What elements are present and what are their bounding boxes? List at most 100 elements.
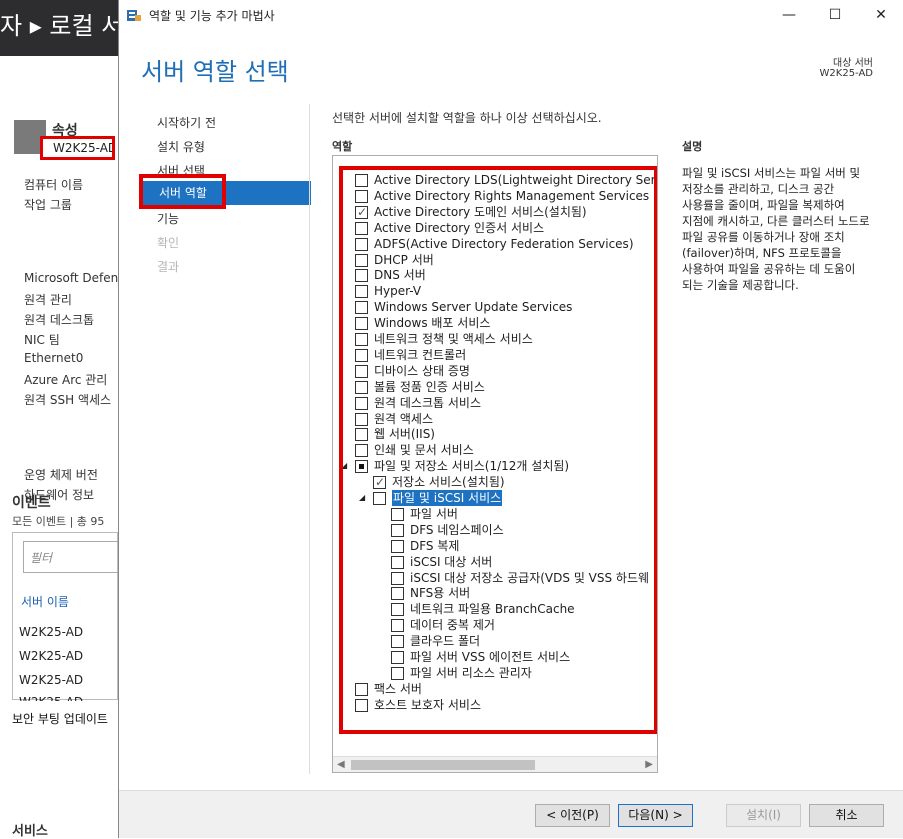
role-checkbox[interactable] (355, 285, 368, 299)
role-checkbox[interactable] (355, 253, 368, 267)
role-checkbox[interactable] (355, 301, 368, 315)
role-label: Active Directory LDS(Lightweight Directo… (374, 173, 657, 187)
role-item[interactable]: iSCSI 대상 서버 (333, 554, 653, 570)
role-item[interactable]: 네트워크 컨트롤러 (333, 347, 653, 363)
previous-button[interactable]: < 이전(P) (535, 804, 610, 827)
role-item[interactable]: 원격 데스크톱 서비스 (333, 395, 653, 411)
role-item[interactable]: ADFS(Active Directory Federation Service… (333, 236, 653, 252)
role-checkbox[interactable] (391, 587, 404, 601)
role-item[interactable]: NFS용 서버 (333, 585, 653, 601)
role-checkbox[interactable] (355, 460, 368, 474)
expand-icon[interactable]: ◢ (359, 490, 365, 506)
role-checkbox[interactable] (355, 428, 368, 442)
close-icon[interactable]: ✕ (858, 0, 903, 30)
role-item[interactable]: 팩스 서버 (333, 681, 653, 697)
role-checkbox[interactable] (391, 603, 404, 617)
role-item[interactable]: 원격 액세스 (333, 411, 653, 427)
role-checkbox[interactable] (355, 204, 368, 220)
role-checkbox[interactable] (355, 333, 368, 346)
role-checkbox[interactable] (355, 269, 368, 283)
role-item[interactable]: Windows 배포 서비스 (333, 315, 653, 331)
role-item[interactable]: 데이터 중복 제거 (333, 617, 653, 633)
role-checkbox[interactable] (355, 412, 368, 426)
role-label: DFS 네임스페이스 (410, 522, 504, 537)
role-item[interactable]: ◢ 파일 및 저장소 서비스(1/12개 설치됨) (333, 458, 653, 474)
role-checkbox[interactable] (355, 237, 368, 251)
nav-installation-type[interactable]: 설치 유형 (157, 138, 205, 155)
next-button[interactable]: 다음(N) > (618, 804, 693, 827)
role-item[interactable]: DFS 복제 (333, 538, 653, 554)
horizontal-scrollbar[interactable]: ◀ ▶ (333, 756, 657, 772)
role-checkbox[interactable] (391, 666, 404, 680)
title-bar[interactable]: 역할 및 기능 추가 마법사 — ☐ ✕ (119, 0, 903, 30)
role-item[interactable]: Active Directory LDS(Lightweight Directo… (333, 172, 657, 188)
filter-input[interactable]: 필터 (23, 541, 119, 573)
role-checkbox[interactable] (373, 474, 386, 490)
role-checkbox[interactable] (391, 507, 404, 521)
role-item[interactable]: Windows Server Update Services (333, 299, 653, 315)
nav-before-you-begin[interactable]: 시작하기 전 (157, 114, 216, 131)
role-checkbox[interactable] (391, 635, 404, 649)
role-item[interactable]: Active Directory 도메인 서비스(설치됨) (333, 204, 653, 220)
role-item[interactable]: 디바이스 상태 증명 (333, 363, 653, 379)
role-checkbox[interactable] (355, 698, 368, 712)
role-checkbox[interactable] (373, 492, 386, 505)
column-header-server-name[interactable]: 서버 이름 (21, 593, 69, 610)
role-checkbox[interactable] (355, 444, 368, 458)
role-item[interactable]: iSCSI 대상 저장소 공급자(VDS 및 VSS 하드웨 (333, 570, 653, 586)
role-checkbox[interactable] (355, 189, 368, 203)
role-item[interactable]: DHCP 서버 (333, 252, 653, 268)
role-item[interactable]: 웹 서버(IIS) (333, 426, 653, 442)
role-item[interactable]: 호스트 보호자 서비스 (333, 697, 653, 713)
role-checkbox[interactable] (355, 396, 368, 410)
nav-results: 결과 (157, 260, 180, 274)
role-checkbox[interactable] (355, 174, 368, 187)
role-checkbox[interactable] (391, 539, 404, 553)
scroll-left-icon[interactable]: ◀ (337, 759, 345, 770)
role-item[interactable]: Active Directory 인증서 서비스 (333, 220, 653, 236)
maximize-icon[interactable]: ☐ (812, 0, 858, 30)
role-checkbox[interactable] (391, 571, 404, 585)
cancel-button[interactable]: 취소 (809, 804, 884, 827)
role-checkbox[interactable] (391, 523, 404, 537)
role-item[interactable]: 저장소 서비스(설치됨) (333, 474, 653, 490)
role-checkbox[interactable] (355, 317, 368, 331)
expand-icon[interactable]: ◢ (341, 458, 347, 474)
role-checkbox[interactable] (355, 364, 368, 378)
role-item[interactable]: DFS 네임스페이스 (333, 522, 653, 538)
scroll-right-icon[interactable]: ▶ (645, 759, 653, 770)
table-row[interactable]: W2K25-AD (19, 673, 83, 687)
role-checkbox[interactable] (391, 619, 404, 633)
table-row[interactable]: W2K25-AD (19, 695, 83, 701)
role-checkbox[interactable] (391, 651, 404, 664)
nav-features[interactable]: 기능 (157, 210, 179, 227)
table-row[interactable]: W2K25-AD (19, 649, 83, 663)
role-item[interactable]: 볼륨 정품 인증 서비스 (333, 379, 653, 395)
nav-server-roles-label: 서버 역할 (159, 186, 207, 200)
role-item[interactable]: 파일 서버 리소스 관리자 (333, 665, 653, 681)
scrollbar-thumb[interactable] (351, 760, 535, 770)
role-item[interactable]: ◢ 파일 및 iSCSI 서비스 (333, 490, 653, 506)
role-checkbox[interactable] (355, 348, 368, 362)
role-item[interactable]: Active Directory Rights Management Servi… (333, 188, 653, 204)
nav-server-roles[interactable]: 서버 역할 (139, 174, 311, 209)
role-checkbox[interactable] (391, 555, 404, 569)
role-item[interactable]: 파일 서버 (333, 506, 653, 522)
role-item[interactable]: 파일 서버 VSS 에이전트 서비스 (333, 649, 653, 665)
minimize-icon[interactable]: — (766, 0, 812, 30)
roles-tree[interactable]: Active Directory LDS(Lightweight Directo… (332, 155, 658, 773)
destination-label: 대상 서버 (833, 58, 873, 69)
role-item[interactable]: 클라우드 폴더 (333, 633, 653, 649)
table-row[interactable]: W2K25-AD (19, 625, 83, 639)
role-item[interactable]: DNS 서버 (333, 267, 653, 283)
server-name-highlight[interactable]: W2K25-AD (40, 136, 115, 160)
role-item[interactable]: Hyper-V (333, 283, 653, 299)
description-header: 설명 (682, 140, 703, 153)
role-item[interactable]: 네트워크 파일용 BranchCache (333, 601, 653, 617)
role-checkbox[interactable] (355, 682, 368, 696)
role-item[interactable]: 네트워크 정책 및 액세스 서비스 (333, 331, 653, 347)
role-checkbox[interactable] (355, 221, 368, 235)
role-item[interactable]: 인쇄 및 문서 서비스 (333, 442, 653, 458)
role-checkbox[interactable] (355, 380, 368, 394)
role-label: DHCP 서버 (374, 252, 434, 267)
